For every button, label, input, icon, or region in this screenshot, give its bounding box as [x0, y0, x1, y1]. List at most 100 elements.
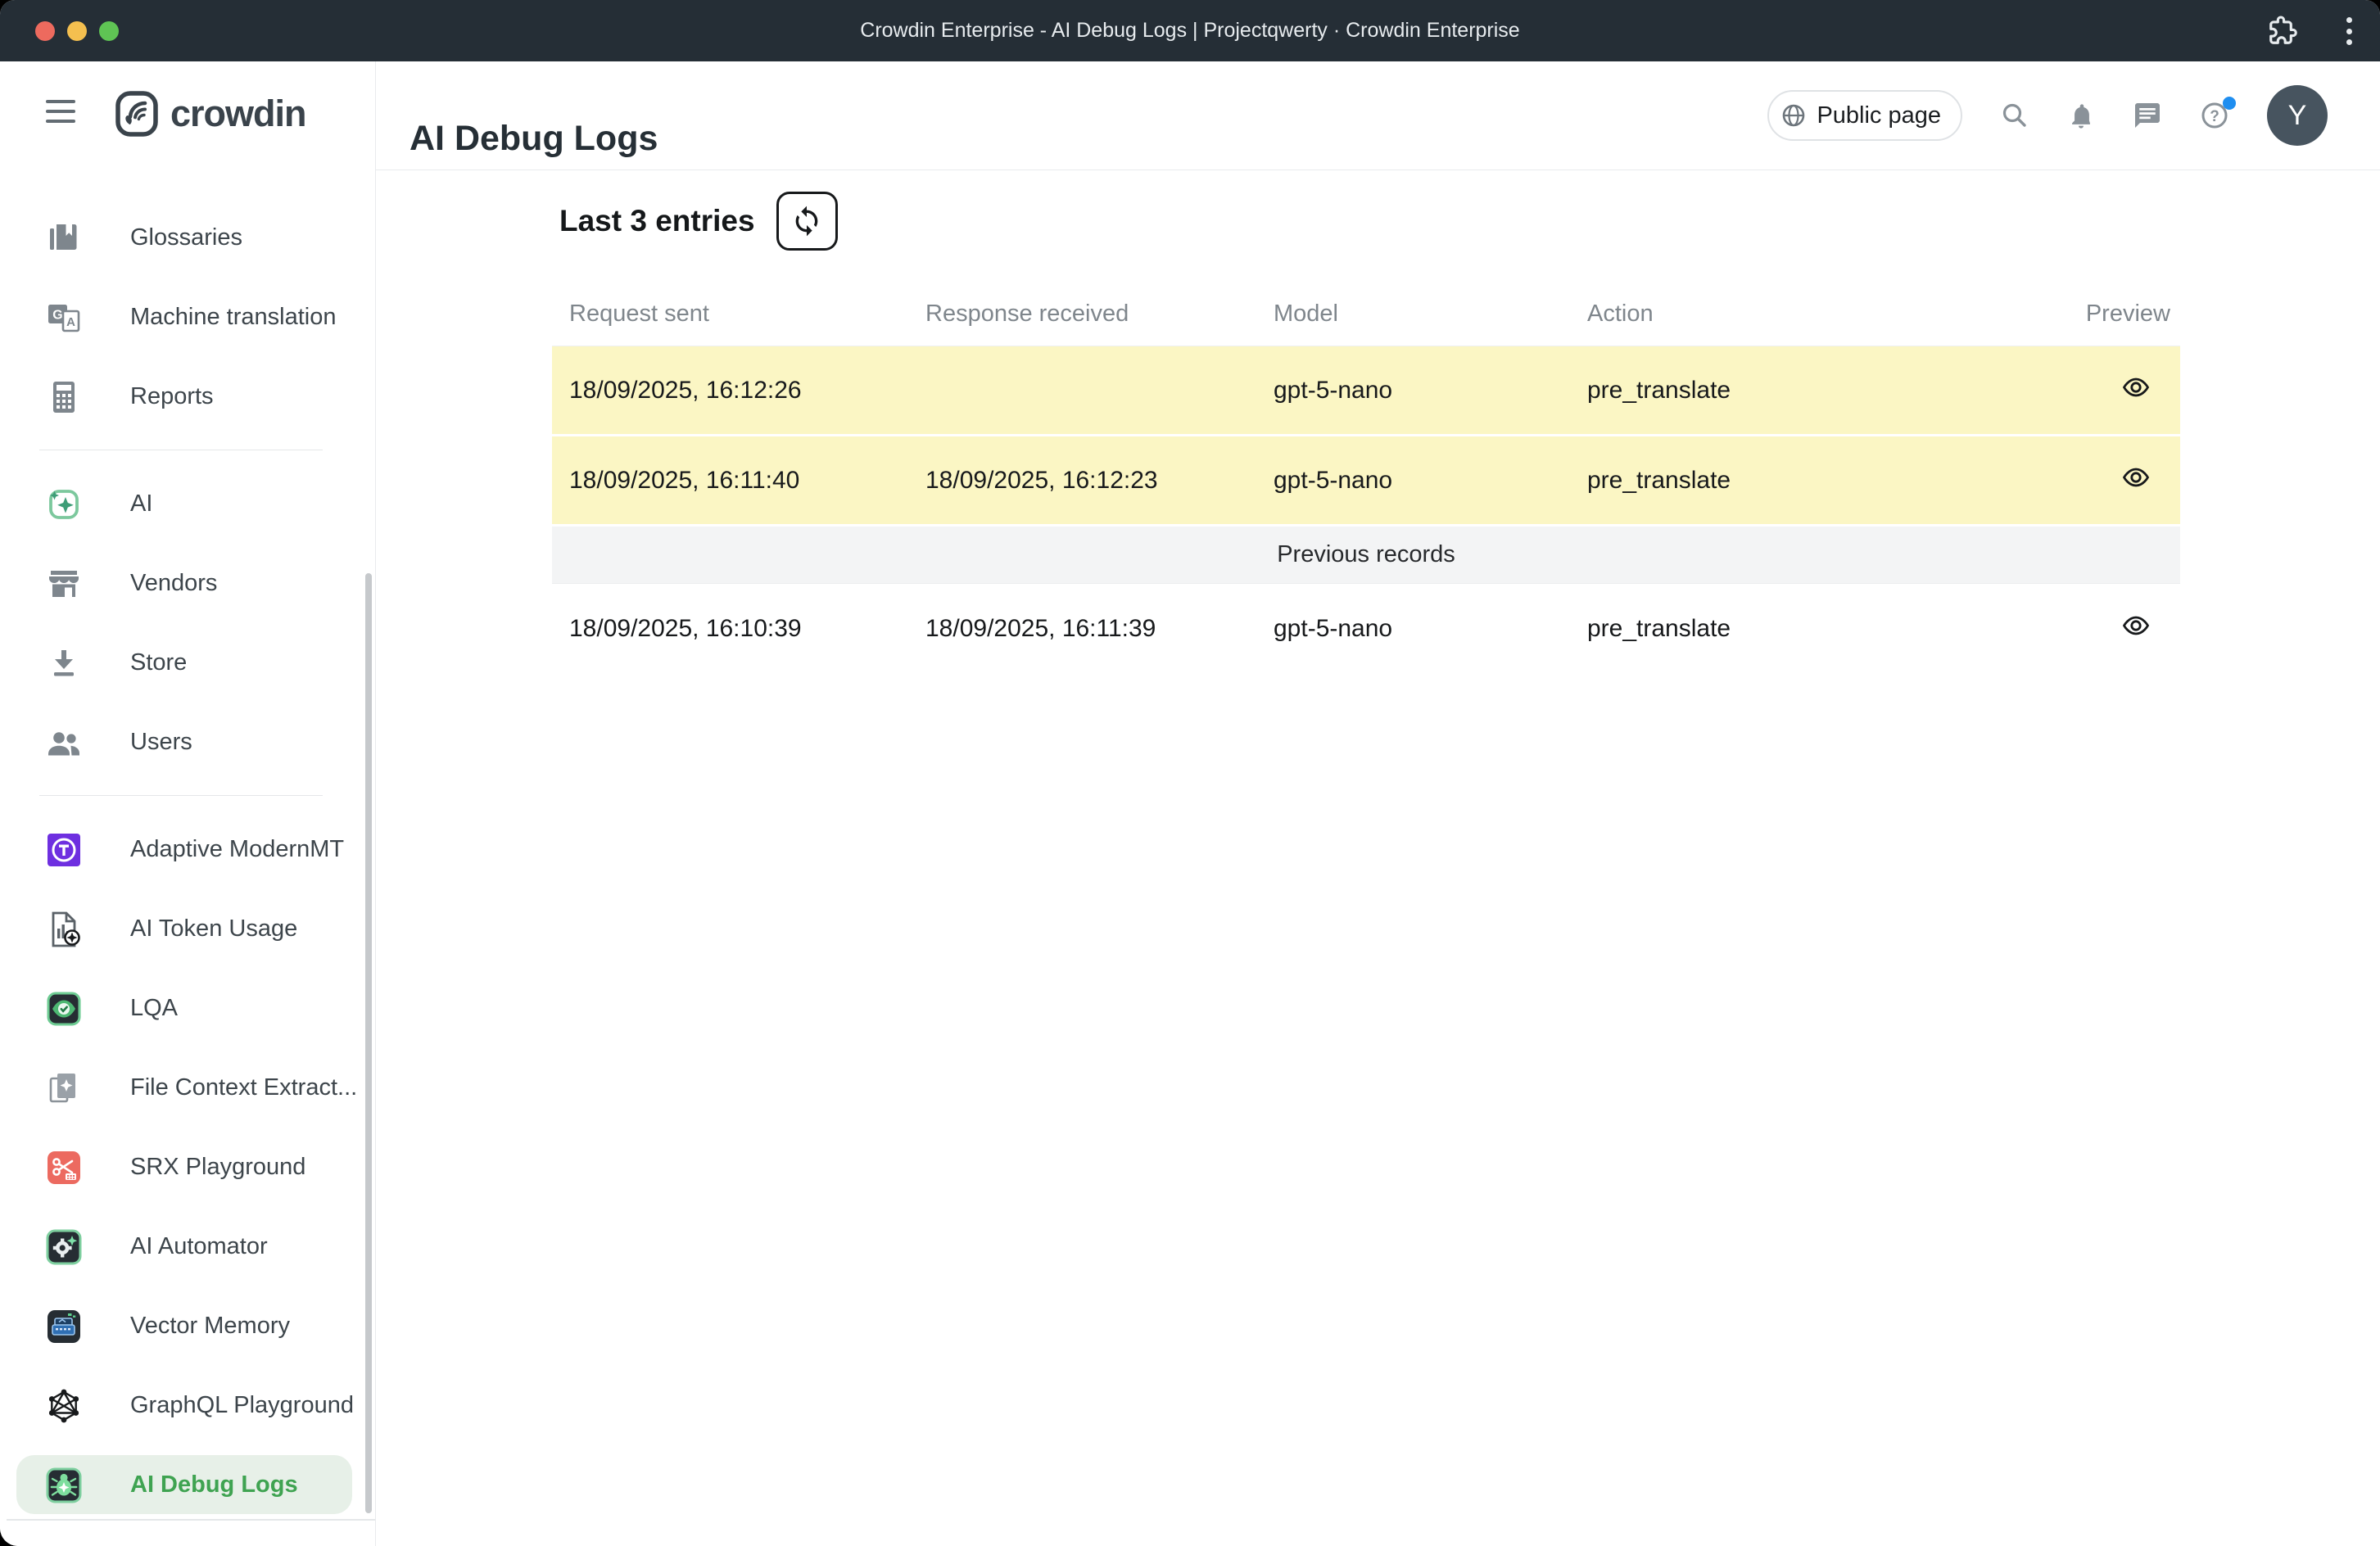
cell-request-sent: 18/09/2025, 16:12:26	[552, 377, 908, 405]
sidebar-item-reports[interactable]: Reports	[0, 357, 375, 436]
sidebar-item-label: AI Debug Logs	[130, 1471, 298, 1499]
sidebar-item-machine-translation[interactable]: GA Machine translation	[0, 278, 375, 357]
sidebar-item-label: SRX Playground	[130, 1154, 305, 1181]
cell-response-received: 18/09/2025, 16:12:23	[908, 467, 1256, 495]
sidebar-item-label: Adaptive ModernMT	[130, 836, 344, 863]
sidebar-item-label: Users	[130, 729, 192, 756]
cell-preview	[1892, 615, 2180, 643]
svg-text:?: ?	[2210, 108, 2219, 125]
sidebar-item-users[interactable]: Users	[0, 703, 375, 782]
cell-action: pre_translate	[1570, 467, 1892, 495]
cell-model: gpt-5-nano	[1256, 615, 1570, 643]
vector-memory-icon	[45, 1308, 83, 1345]
sidebar-divider	[39, 795, 323, 796]
sidebar-item-srx-playground[interactable]: SRX Playground	[0, 1128, 375, 1207]
svg-text:A: A	[66, 315, 75, 329]
sidebar-item-adaptive-modernmt[interactable]: Adaptive ModernMT	[0, 810, 375, 889]
content-area: Last 3 entries Request sent Response rec…	[376, 170, 2380, 1546]
sidebar-item-glossaries[interactable]: Glossaries	[0, 198, 375, 278]
previous-records-button[interactable]: Previous records	[552, 527, 2180, 584]
reports-icon	[45, 378, 83, 416]
debug-logs-table: Request sent Response received Model Act…	[552, 283, 2180, 674]
notification-dot	[2223, 97, 2236, 110]
sidebar-item-ai-token-usage[interactable]: AI Token Usage	[0, 889, 375, 969]
users-icon	[45, 724, 83, 762]
sidebar-item-label: AI Token Usage	[130, 915, 297, 943]
vendors-icon	[45, 565, 83, 603]
column-header-response-received: Response received	[908, 301, 1256, 328]
header-actions: Public page ? Y	[1767, 61, 2328, 170]
crowdin-logo[interactable]: crowdin	[115, 90, 306, 138]
sidebar-item-lqa[interactable]: LQA	[0, 969, 375, 1048]
preview-eye-icon[interactable]	[2121, 467, 2151, 488]
machine-translation-icon: GA	[45, 299, 83, 337]
ai-token-usage-icon	[45, 911, 83, 948]
cell-model: gpt-5-nano	[1256, 467, 1570, 495]
sidebar-item-ai-automator[interactable]: AI Automator	[0, 1207, 375, 1286]
notifications-bell-icon[interactable]	[2067, 101, 2095, 130]
glossaries-icon	[45, 219, 83, 257]
store-icon	[45, 644, 83, 682]
column-header-action: Action	[1570, 301, 1892, 328]
refresh-button[interactable]	[776, 192, 838, 251]
fullscreen-window-button[interactable]	[99, 21, 119, 41]
entries-header: Last 3 entries	[559, 192, 838, 251]
extensions-icon[interactable]	[2267, 16, 2298, 47]
avatar[interactable]: Y	[2267, 85, 2328, 146]
cell-response-received: 18/09/2025, 16:11:39	[908, 615, 1256, 643]
sidebar-item-label: Glossaries	[130, 224, 242, 251]
file-context-extractor-icon	[45, 1069, 83, 1107]
sidebar-scrollbar[interactable]	[365, 573, 372, 1513]
sidebar-item-label: Machine translation	[130, 304, 336, 331]
sidebar-item-label: Vector Memory	[130, 1313, 290, 1340]
graphql-playground-icon	[45, 1387, 83, 1425]
public-page-button[interactable]: Public page	[1767, 90, 1962, 141]
table-row: 18/09/2025, 16:10:39 18/09/2025, 16:11:3…	[552, 584, 2180, 674]
sidebar-item-vendors[interactable]: Vendors	[0, 544, 375, 623]
sidebar-header: crowdin	[0, 61, 375, 170]
cell-action: pre_translate	[1570, 377, 1892, 405]
column-header-preview: Preview	[1892, 301, 2180, 328]
browser-window: Crowdin Enterprise - AI Debug Logs | Pro…	[0, 0, 2380, 1546]
table-header-row: Request sent Response received Model Act…	[552, 283, 2180, 346]
search-icon[interactable]	[2000, 101, 2029, 130]
ai-debug-logs-icon	[45, 1467, 83, 1504]
cell-preview	[1892, 377, 2180, 405]
srx-playground-icon	[45, 1149, 83, 1187]
preview-eye-icon[interactable]	[2121, 377, 2151, 398]
hamburger-menu-icon[interactable]	[46, 100, 77, 129]
sidebar-item-ai-debug-logs[interactable]: AI Debug Logs	[0, 1445, 375, 1525]
browser-menu-icon[interactable]	[2346, 17, 2352, 45]
cell-request-sent: 18/09/2025, 16:10:39	[552, 615, 908, 643]
cell-model: gpt-5-nano	[1256, 377, 1570, 405]
sidebar-item-label: Store	[130, 649, 187, 676]
crowdin-wordmark: crowdin	[170, 93, 306, 135]
svg-text:G: G	[52, 308, 62, 322]
close-window-button[interactable]	[35, 21, 55, 41]
table-row: 18/09/2025, 16:11:40 18/09/2025, 16:12:2…	[552, 436, 2180, 527]
sidebar-item-vector-memory[interactable]: Vector Memory	[0, 1286, 375, 1366]
titlebar: Crowdin Enterprise - AI Debug Logs | Pro…	[0, 0, 2380, 61]
sidebar-item-label: AI	[130, 490, 152, 518]
main-area: AI Debug Logs Public page ?	[376, 61, 2380, 1546]
adaptive-modernmt-icon	[45, 831, 83, 869]
entries-heading: Last 3 entries	[559, 204, 755, 238]
sidebar-item-store[interactable]: Store	[0, 623, 375, 703]
refresh-icon	[790, 205, 823, 237]
sidebar-item-graphql-playground[interactable]: GraphQL Playground	[0, 1366, 375, 1445]
help-icon[interactable]: ?	[2200, 101, 2229, 130]
sidebar-item-ai[interactable]: AI	[0, 464, 375, 544]
sidebar-item-label: File Context Extract...	[130, 1074, 357, 1101]
table-row: 18/09/2025, 16:12:26 gpt-5-nano pre_tran…	[552, 346, 2180, 436]
globe-icon	[1781, 103, 1806, 128]
chat-icon[interactable]	[2133, 101, 2162, 130]
ai-icon	[45, 486, 83, 523]
cell-preview	[1892, 467, 2180, 495]
sidebar-item-file-context-extractor[interactable]: File Context Extract...	[0, 1048, 375, 1128]
sidebar-item-label: AI Automator	[130, 1233, 268, 1260]
sidebar-item-label: Reports	[130, 383, 214, 410]
minimize-window-button[interactable]	[67, 21, 87, 41]
preview-eye-icon[interactable]	[2121, 615, 2151, 636]
crowdin-logo-icon	[115, 90, 159, 138]
app-header: AI Debug Logs Public page ?	[376, 61, 2380, 170]
